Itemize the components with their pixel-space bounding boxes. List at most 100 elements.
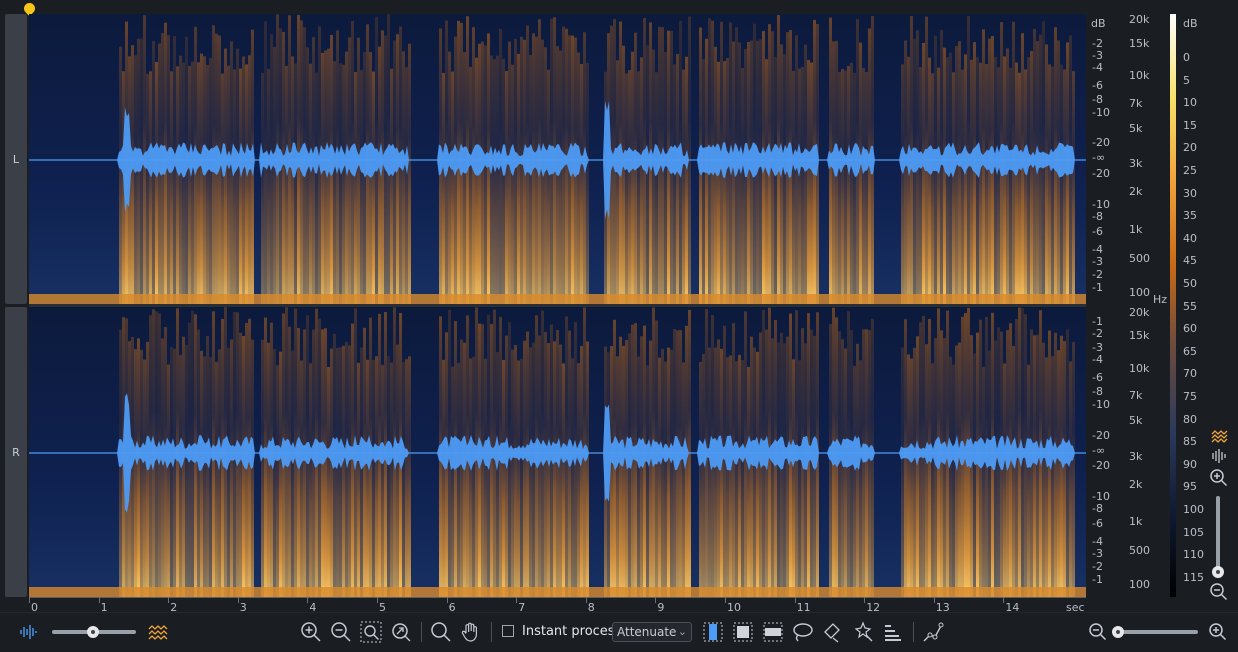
- db-tick-label: -3: [1092, 547, 1103, 560]
- time-tick-mark: [29, 597, 30, 603]
- vertical-zoom-slider[interactable]: [1216, 496, 1220, 576]
- waveform-view-icon[interactable]: [1207, 444, 1231, 468]
- chevron-down-icon: ⌄: [677, 625, 687, 638]
- time-tick-mark: [655, 597, 657, 603]
- colorbar-tick-label: 95: [1183, 480, 1197, 494]
- harmonic-selection-icon[interactable]: [881, 620, 905, 644]
- db-tick-label: -20: [1092, 459, 1110, 472]
- colorbar-tick-label: 115: [1183, 570, 1204, 584]
- instant-process-checkbox[interactable]: [502, 625, 514, 637]
- db-tick-label: -4: [1092, 353, 1103, 366]
- db-tick-label: -4: [1092, 535, 1103, 548]
- zoom-to-selection-icon[interactable]: [359, 620, 383, 644]
- horizontal-zoom-knob[interactable]: [1112, 626, 1124, 638]
- db-tick-label: -10: [1092, 490, 1110, 503]
- gain-curve-icon[interactable]: [921, 620, 945, 644]
- db-tick-label: -∞: [1092, 444, 1106, 457]
- vertical-zoom-knob[interactable]: [1212, 566, 1224, 578]
- freq-tick-label: 3k: [1129, 450, 1143, 463]
- channel-left-label-box[interactable]: L: [5, 14, 27, 304]
- colorbar-tick-label: 10: [1183, 96, 1197, 110]
- colorbar-tick-label: 45: [1183, 254, 1197, 268]
- colorbar-tick-label: 85: [1183, 435, 1197, 449]
- colorbar-tick-label: 60: [1183, 322, 1197, 336]
- channel-right-label-box[interactable]: R: [5, 307, 27, 597]
- colorbar-tick-label: 105: [1183, 525, 1204, 539]
- time-frequency-selection-tool-icon[interactable]: [731, 620, 755, 644]
- colorbar-tick-label: 35: [1183, 209, 1197, 223]
- vertical-zoom-out-icon[interactable]: [1207, 580, 1231, 604]
- time-selection-tool-icon[interactable]: [701, 620, 725, 644]
- zoom-in-icon[interactable]: [299, 620, 323, 644]
- freq-tick-label: 2k: [1129, 478, 1143, 491]
- hand-tool-icon[interactable]: [459, 620, 483, 644]
- db-tick-label: -10: [1092, 398, 1110, 411]
- time-tick-mark: [794, 597, 796, 603]
- db-tick-label: -1: [1092, 315, 1103, 328]
- channel-left-label: L: [12, 153, 20, 166]
- time-tick-mark: [933, 597, 935, 603]
- colorbar-tick-label: 100: [1183, 503, 1204, 516]
- time-axis-line: [29, 597, 1086, 598]
- db-tick-label: -3: [1092, 255, 1103, 268]
- zoom-reset-icon[interactable]: [389, 620, 413, 644]
- colorbar-tick-label: 90: [1183, 457, 1197, 471]
- db-tick-label: -6: [1092, 225, 1103, 238]
- time-tick-mark: [1003, 597, 1005, 603]
- process-mode-select[interactable]: Attenuate ⌄: [612, 622, 692, 642]
- db-tick-label: -6: [1092, 517, 1103, 530]
- colorbar-tick-label: 65: [1183, 344, 1197, 358]
- colorbar-tick-label: 0: [1183, 51, 1190, 64]
- colorbar-tick-label: 30: [1183, 186, 1197, 200]
- db-tick-label: -1: [1092, 281, 1103, 294]
- freq-axis-unit-label: Hz: [1153, 293, 1168, 306]
- time-tick-mark: [446, 597, 448, 603]
- vertical-zoom-in-icon[interactable]: [1207, 466, 1231, 490]
- time-tick-mark: [307, 597, 309, 603]
- horizontal-zoom-slider[interactable]: [1112, 630, 1198, 634]
- freq-tick-label: 100: [1129, 578, 1150, 591]
- freq-tick-label: 10k: [1129, 362, 1150, 375]
- toolbar-separator: [913, 622, 914, 642]
- horizontal-zoom-in-icon[interactable]: [1206, 620, 1230, 644]
- db-tick-label: -∞: [1092, 151, 1106, 164]
- colorbar-tick-label: 110: [1183, 548, 1204, 562]
- frequency-selection-tool-icon[interactable]: [761, 620, 785, 644]
- db-tick-label: -8: [1092, 93, 1103, 106]
- freq-tick-label: 20k: [1129, 306, 1150, 319]
- db-tick-label: -2: [1092, 327, 1103, 340]
- spectrogram-toggle-icon[interactable]: [146, 620, 170, 644]
- lasso-tool-icon[interactable]: [791, 620, 815, 644]
- zoom-tool-icon[interactable]: [429, 620, 453, 644]
- time-tick-mark: [237, 597, 239, 603]
- horizontal-zoom-out-icon[interactable]: [1086, 620, 1110, 644]
- db-tick-label: -2: [1092, 560, 1103, 573]
- time-tick-mark: [725, 597, 726, 603]
- db-tick-label: -10: [1092, 106, 1110, 119]
- toolbar-separator: [491, 622, 492, 642]
- spectrogram-left[interactable]: [29, 14, 1086, 304]
- magic-wand-tool-icon[interactable]: [851, 620, 875, 644]
- zoom-out-icon[interactable]: [329, 620, 353, 644]
- freq-tick-label: 7k: [1129, 97, 1143, 110]
- brush-tool-icon[interactable]: [821, 620, 845, 644]
- instant-process-label: Instant process: [522, 624, 622, 639]
- db-axis-unit-label: dB: [1091, 17, 1106, 30]
- db-tick-label: -4: [1092, 243, 1103, 256]
- freq-tick-label: 10k: [1129, 69, 1150, 82]
- colorbar-tick-label: 80: [1183, 412, 1197, 426]
- freq-tick-label: 1k: [1129, 515, 1143, 528]
- waveform-toggle-icon[interactable]: [16, 620, 40, 644]
- time-tick-mark: [516, 597, 518, 603]
- colorbar-tick-label: 5: [1183, 73, 1190, 87]
- freq-tick-label: 15k: [1129, 37, 1150, 50]
- spectrogram-right[interactable]: [29, 307, 1086, 597]
- freq-tick-label: 100: [1129, 286, 1150, 299]
- time-tick-mark: [377, 597, 378, 603]
- colorbar-tick-label: 40: [1183, 231, 1197, 245]
- db-tick-label: -4: [1092, 61, 1103, 74]
- freq-tick-label: 7k: [1129, 389, 1143, 402]
- db-tick-label: -6: [1092, 79, 1103, 92]
- blend-slider-knob[interactable]: [87, 626, 99, 638]
- db-tick-label: -2: [1092, 37, 1103, 50]
